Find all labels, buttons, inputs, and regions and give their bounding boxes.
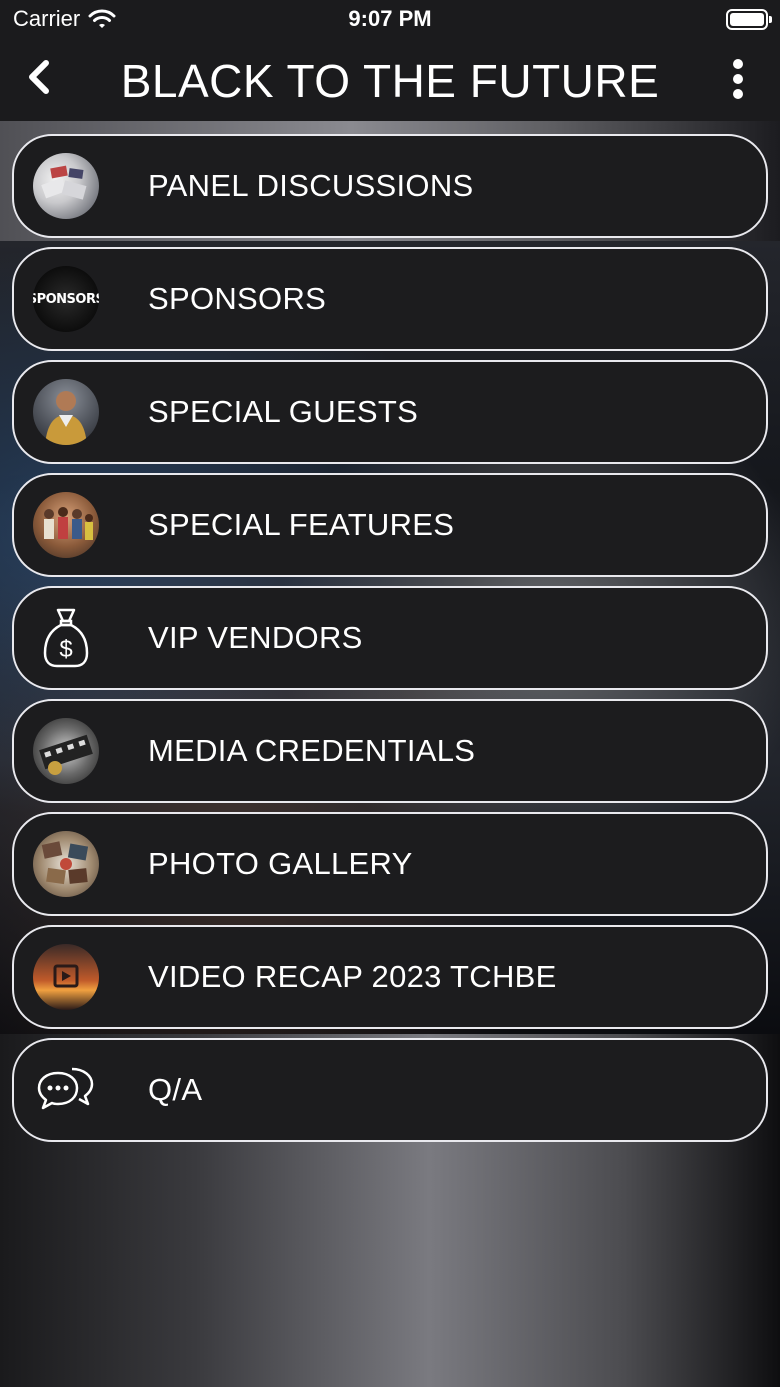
battery-icon: [726, 9, 772, 30]
menu-item-label: SPECIAL GUESTS: [148, 394, 419, 429]
page-title: BLACK TO THE FUTURE: [120, 54, 660, 107]
status-bar: Carrier 9:07 PM: [0, 0, 780, 40]
sponsors-thumbnail: SPONSORS: [33, 266, 99, 332]
menu-item-panel-discussions[interactable]: PANEL DISCUSSIONS: [12, 134, 768, 238]
menu-item-special-guests[interactable]: SPECIAL GUESTS: [12, 360, 768, 464]
menu-item-media-credentials[interactable]: MEDIA CREDENTIALS: [12, 699, 768, 803]
menu-item-label: VIP VENDORS: [148, 620, 363, 655]
menu-item-vip-vendors[interactable]: $ VIP VENDORS: [12, 586, 768, 690]
menu-item-label: SPECIAL FEATURES: [148, 507, 455, 542]
menu-item-label: Q/A: [148, 1072, 203, 1107]
menu-item-special-features[interactable]: SPECIAL FEATURES: [12, 473, 768, 577]
back-button[interactable]: [20, 58, 60, 98]
money-bag-icon: $: [33, 605, 99, 671]
guest-photo-thumbnail: [33, 379, 99, 445]
navigation-bar: BLACK TO THE FUTURE: [0, 40, 780, 121]
chat-bubbles-icon: [33, 1057, 99, 1123]
media-photo-thumbnail: [33, 718, 99, 784]
video-play-thumbnail: [33, 944, 99, 1010]
sponsors-thumbnail-text: SPONSORS: [33, 291, 99, 307]
menu-item-label: PANEL DISCUSSIONS: [148, 168, 474, 203]
menu-item-photo-gallery[interactable]: PHOTO GALLERY: [12, 812, 768, 916]
clock: 9:07 PM: [348, 6, 432, 31]
chevron-left-icon: [29, 60, 49, 94]
more-vertical-icon: [733, 59, 743, 99]
menu-item-sponsors[interactable]: SPONSORS SPONSORS: [12, 247, 768, 351]
menu-item-label: VIDEO RECAP 2023 TCHBE: [148, 959, 557, 994]
menu-item-label: SPONSORS: [148, 281, 327, 316]
menu-item-qa[interactable]: Q/A: [12, 1038, 768, 1142]
gallery-photo-thumbnail: [33, 831, 99, 897]
panel-photo-thumbnail: [33, 153, 99, 219]
menu-item-video-recap[interactable]: VIDEO RECAP 2023 TCHBE: [12, 925, 768, 1029]
menu-item-label: MEDIA CREDENTIALS: [148, 733, 476, 768]
svg-text:$: $: [59, 636, 72, 663]
more-options-button[interactable]: [718, 58, 758, 102]
menu-item-label: PHOTO GALLERY: [148, 846, 413, 881]
features-photo-thumbnail: [33, 492, 99, 558]
